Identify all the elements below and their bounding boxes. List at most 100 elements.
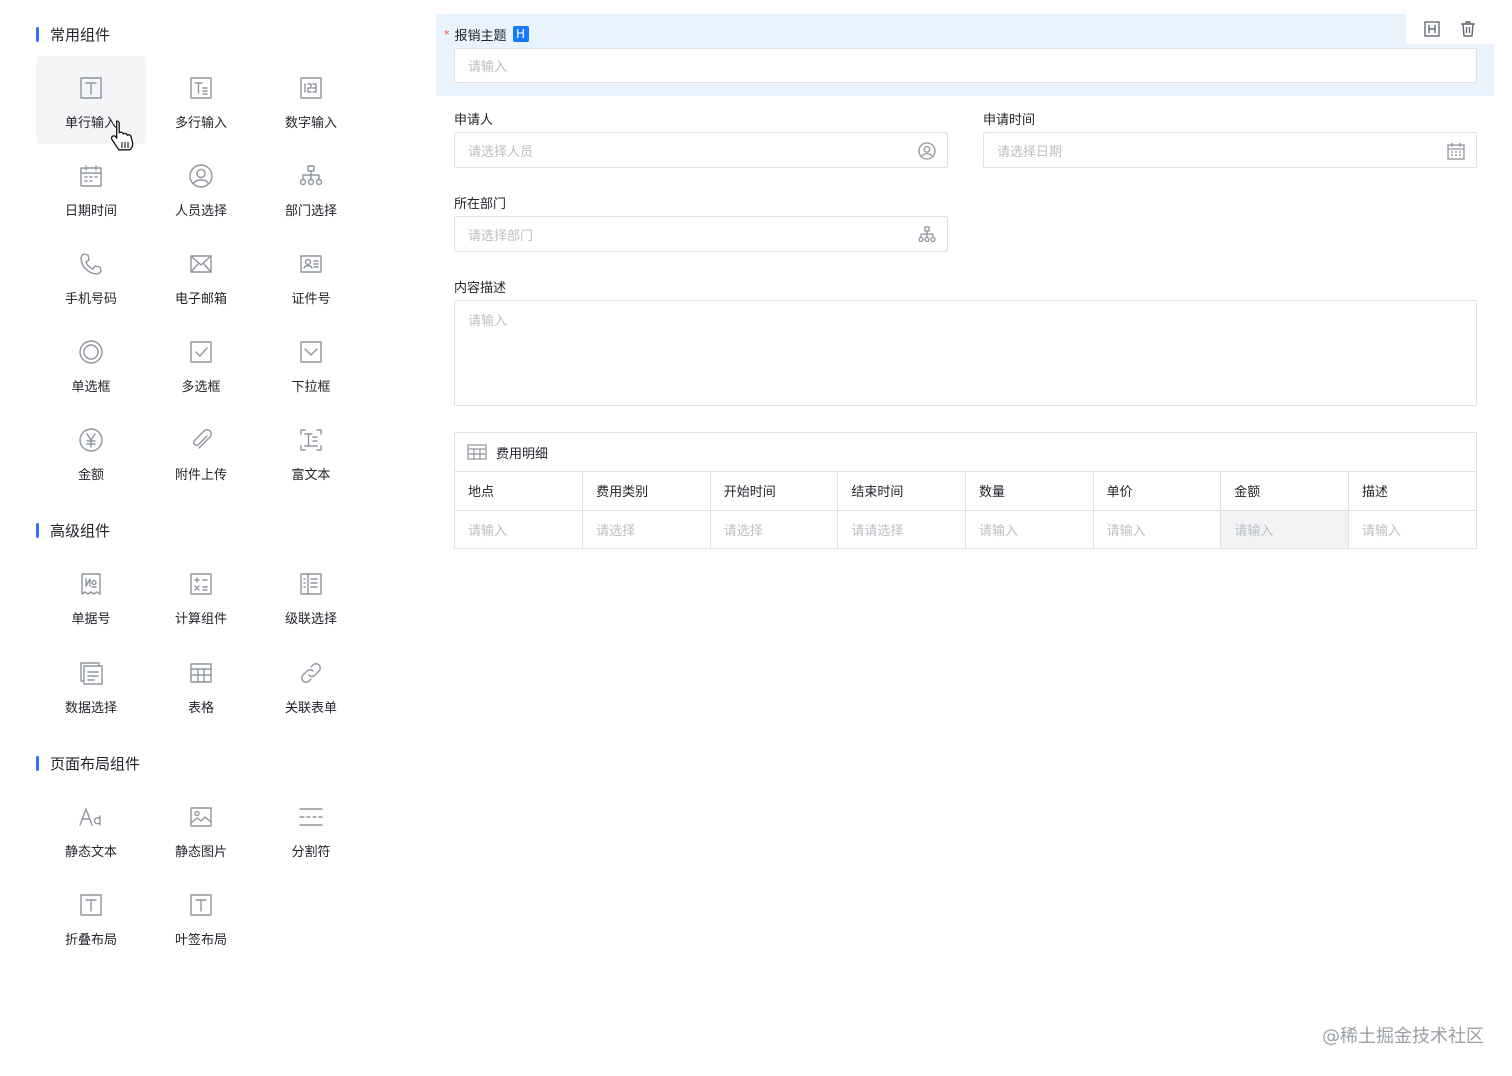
section-title-advanced: 高级组件 [36,520,110,540]
rich-text-icon [297,426,325,454]
palette-item-checkbox[interactable]: 多选框 [146,320,256,408]
description-textarea[interactable]: 请输入 [454,300,1477,406]
description-label: 内容描述 [454,280,507,296]
table-header-row: 地点 费用类别 开始时间 结束时间 数量 单价 金额 描述 [455,472,1476,511]
column-header: 单价 [1093,472,1222,511]
table-cell-input[interactable]: 请输入 [1348,510,1476,548]
department-label: 所在部门 [454,196,507,212]
column-header: 描述 [1348,472,1476,511]
radio-icon [77,338,105,366]
palette-item-data-select[interactable]: 数据选择 [36,641,146,729]
tabs-icon [187,891,215,919]
id-card-icon [297,250,325,278]
applicant-picker[interactable]: 请选择人员 [454,132,948,168]
palette-item-dept-select[interactable]: 部门选择 [256,144,366,232]
apply-time-label: 申请时间 [983,112,1036,128]
calculator-icon [187,570,215,598]
subtable-header: 费用明细 [455,433,1476,472]
heading-icon [1423,21,1440,37]
dropdown-icon [297,338,325,366]
palette-item-divider[interactable]: 分割符 [256,785,366,873]
heading-toggle-button[interactable] [1421,18,1443,40]
collapse-icon [77,891,105,919]
expense-detail-subtable: 费用明细 地点 费用类别 开始时间 结束时间 数量 单价 金额 描述 请输入 请… [454,432,1477,549]
org-icon [297,162,325,190]
palette-item-date-time[interactable]: 日期时间 [36,144,146,232]
palette-item-number-input[interactable]: 数字输入 [256,56,366,144]
palette-item-id-number[interactable]: 证件号 [256,232,366,320]
column-header: 金额 [1220,472,1349,511]
section-title-layout: 页面布局组件 [36,753,140,773]
palette-item-tabs-layout[interactable]: 叶签布局 [146,873,256,961]
subject-label: * 报销主题 H [444,24,529,44]
table-row: 请输入 请选择 请选择 请请选择 请输入 请输入 请输入 请输入 [455,510,1476,548]
selected-field-subject[interactable]: * 报销主题 H 请输入 [436,14,1494,96]
trash-icon [1461,21,1476,37]
heading-badge: H [512,26,529,42]
column-header: 费用类别 [582,472,711,511]
palette-item-single-line-input[interactable]: 单行输入 [36,56,146,144]
palette-item-attachment[interactable]: 附件上传 [146,408,256,496]
checkbox-icon [187,338,215,366]
palette-item-multi-line-input[interactable]: 多行输入 [146,56,256,144]
image-icon [187,803,215,831]
palette-item-calculation[interactable]: 计算组件 [146,552,256,640]
table-icon [467,444,487,460]
section-title-common: 常用组件 [36,24,110,44]
palette-item-phone[interactable]: 手机号码 [36,232,146,320]
palette-item-amount[interactable]: 金额 [36,408,146,496]
palette-item-radio[interactable]: 单选框 [36,320,146,408]
paperclip-icon [187,426,215,454]
table-cell-select[interactable]: 请选择 [710,510,839,548]
table-cell-input[interactable]: 请输入 [965,510,1094,548]
department-picker[interactable]: 请选择部门 [454,216,948,252]
phone-icon [77,250,105,278]
palette-item-collapse-layout[interactable]: 折叠布局 [36,873,146,961]
text-input-icon [77,74,105,102]
serial-no-icon [77,570,105,598]
applicant-label: 申请人 [454,112,494,128]
palette-item-user-select[interactable]: 人员选择 [146,144,256,232]
mail-icon [187,250,215,278]
data-select-icon [77,659,105,687]
table-cell-select[interactable]: 请选择 [582,510,711,548]
link-icon [297,659,325,687]
palette-item-cascader[interactable]: 级联选择 [256,552,366,640]
table-icon [187,659,215,687]
subtable-title: 费用明细 [496,446,549,462]
table-cell-select[interactable]: 请请选择 [837,510,966,548]
palette-item-static-image[interactable]: 静态图片 [146,785,256,873]
cascader-icon [297,570,325,598]
palette-item-static-text[interactable]: 静态文本 [36,785,146,873]
subject-input[interactable]: 请输入 [454,48,1477,83]
component-palette: 常用组件 单行输入 多行输入 数字输入 日期时间 人员选择 部门选择 手机号码 … [0,0,400,1076]
palette-item-email[interactable]: 电子邮箱 [146,232,256,320]
table-cell-amount: 请输入 [1220,510,1349,548]
field-toolbar [1406,14,1494,44]
apply-date-picker[interactable]: 请选择日期 [983,132,1477,168]
palette-item-dropdown[interactable]: 下拉框 [256,320,366,408]
user-icon [917,141,937,161]
table-cell-input[interactable]: 请输入 [455,510,584,548]
table-cell-input[interactable]: 请输入 [1093,510,1222,548]
form-canvas: * 报销主题 H 请输入 申请人 请选择人员 申请时间 请选择日期 所在部门 请… [436,0,1512,1076]
expense-table: 地点 费用类别 开始时间 结束时间 数量 单价 金额 描述 请输入 请选择 请选… [455,472,1476,548]
number-icon [297,74,325,102]
static-text-icon [77,803,105,831]
palette-item-table[interactable]: 表格 [146,641,256,729]
calendar-icon [77,162,105,190]
calendar-icon [1446,141,1466,161]
org-icon [917,225,937,245]
palette-item-linked-form[interactable]: 关联表单 [256,641,366,729]
watermark: @稀土掘金技术社区 [1322,1026,1484,1047]
textarea-icon [187,74,215,102]
palette-item-serial-no[interactable]: 单据号 [36,552,146,640]
user-icon [187,162,215,190]
delete-field-button[interactable] [1457,18,1479,40]
column-header: 开始时间 [710,472,839,511]
yen-icon [77,426,105,454]
palette-item-rich-text[interactable]: 富文本 [256,408,366,496]
column-header: 数量 [965,472,1094,511]
required-mark: * [444,27,450,41]
column-header: 结束时间 [837,472,966,511]
